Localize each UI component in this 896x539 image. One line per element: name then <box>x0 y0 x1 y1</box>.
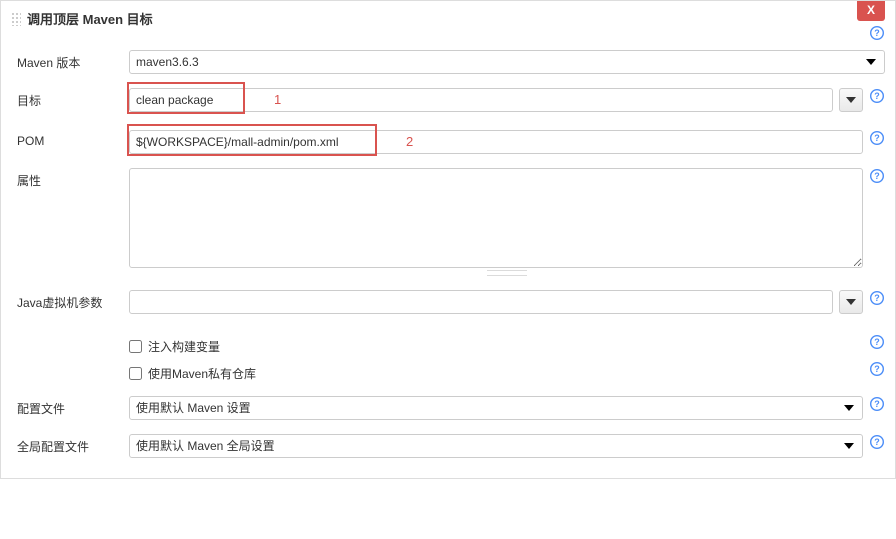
help-icon[interactable]: ? <box>869 396 885 412</box>
close-button[interactable]: X <box>857 1 885 21</box>
panel-header: 调用顶层 Maven 目标 <box>11 1 885 36</box>
svg-text:?: ? <box>874 28 880 38</box>
svg-text:?: ? <box>874 91 880 101</box>
jvm-advanced-toggle[interactable] <box>839 290 863 314</box>
help-icon[interactable]: ? <box>869 168 885 184</box>
row-goals: 目标 ? 1 <box>11 88 885 112</box>
drag-handle-icon[interactable] <box>11 12 21 26</box>
checkbox-inject-vars[interactable] <box>129 340 142 353</box>
svg-text:?: ? <box>874 364 880 374</box>
svg-text:?: ? <box>874 171 880 181</box>
label-pom: POM <box>11 130 129 148</box>
label-goals: 目标 <box>11 88 129 109</box>
input-jvm-options[interactable] <box>129 290 833 314</box>
textarea-properties[interactable] <box>129 168 863 268</box>
select-settings[interactable]: 使用默认 Maven 设置 <box>129 396 863 420</box>
row-settings: 配置文件 使用默认 Maven 设置 ? <box>11 396 885 420</box>
chevron-down-icon <box>846 299 856 305</box>
svg-text:?: ? <box>874 133 880 143</box>
label-properties: 属性 <box>11 168 129 189</box>
svg-text:?: ? <box>874 399 880 409</box>
row-properties: 属性 ? <box>11 168 885 276</box>
label-settings: 配置文件 <box>11 396 129 417</box>
checkbox-private-repo-wrapper[interactable]: 使用Maven私有仓库 <box>129 365 256 382</box>
row-checkboxes: 注入构建变量 ? 使用Maven私有仓库 ? <box>11 328 885 382</box>
checkbox-private-repo[interactable] <box>129 367 142 380</box>
checkbox-private-repo-label: 使用Maven私有仓库 <box>148 365 256 382</box>
help-icon[interactable]: ? <box>869 361 885 377</box>
row-maven-version: Maven 版本 maven3.6.3 <box>11 50 885 74</box>
help-icon[interactable]: ? <box>869 334 885 350</box>
help-icon[interactable]: ? <box>869 25 885 41</box>
label-maven-version: Maven 版本 <box>11 50 129 71</box>
help-icon[interactable]: ? <box>869 290 885 306</box>
input-goals[interactable] <box>129 88 833 112</box>
select-global-settings[interactable]: 使用默认 Maven 全局设置 <box>129 434 863 458</box>
panel-title: 调用顶层 Maven 目标 <box>27 9 153 28</box>
label-jvm-options: Java虚拟机参数 <box>11 290 129 311</box>
svg-text:?: ? <box>874 293 880 303</box>
chevron-down-icon <box>846 97 856 103</box>
select-maven-version[interactable]: maven3.6.3 <box>129 50 885 74</box>
svg-text:?: ? <box>874 437 880 447</box>
help-icon[interactable]: ? <box>869 88 885 104</box>
row-jvm-options: Java虚拟机参数 ? <box>11 290 885 314</box>
label-global-settings: 全局配置文件 <box>11 434 129 455</box>
resize-grip-icon[interactable] <box>487 270 527 276</box>
label-empty <box>11 328 129 332</box>
checkbox-inject-vars-label: 注入构建变量 <box>148 338 220 355</box>
checkbox-inject-vars-wrapper[interactable]: 注入构建变量 <box>129 338 220 355</box>
help-icon[interactable]: ? <box>869 130 885 146</box>
goals-advanced-toggle[interactable] <box>839 88 863 112</box>
maven-goals-panel: 调用顶层 Maven 目标 X ? Maven 版本 maven3.6.3 目标… <box>0 0 896 479</box>
row-pom: POM ? 2 <box>11 130 885 154</box>
close-icon: X <box>867 3 875 17</box>
row-global-settings: 全局配置文件 使用默认 Maven 全局设置 ? <box>11 434 885 458</box>
input-pom[interactable] <box>129 130 863 154</box>
svg-text:?: ? <box>874 337 880 347</box>
help-icon[interactable]: ? <box>869 434 885 450</box>
